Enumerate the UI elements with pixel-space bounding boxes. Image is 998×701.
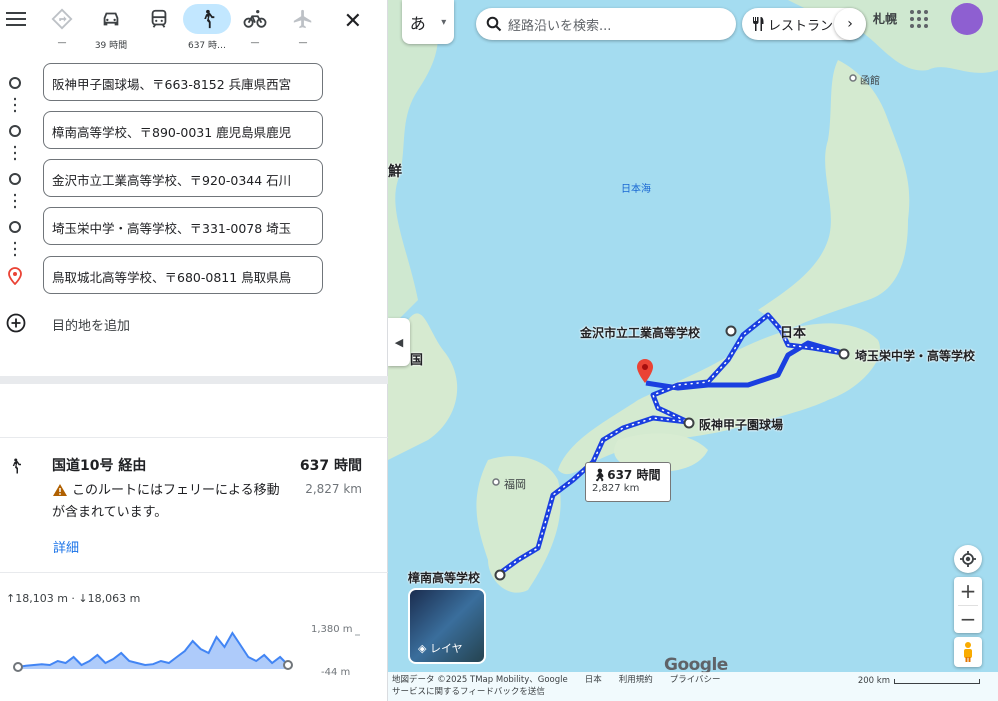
label-nihon: 日本	[780, 326, 807, 341]
mode-walk[interactable]: 637 時…	[183, 4, 231, 54]
connector-dots	[14, 240, 16, 258]
connector-dots	[14, 96, 16, 114]
elevation-min: -44 m	[321, 667, 351, 678]
elevation-summary: ↑18,103 m · ↓18,063 m	[6, 592, 141, 605]
elevation-max: 1,380 m	[311, 624, 353, 635]
layers-button[interactable]: ◈ レイヤ	[408, 588, 486, 664]
ferry-warning: このルートにはフェリーによる移動が含まれています。	[52, 483, 280, 520]
mode-bike[interactable]: —	[231, 4, 279, 54]
stop-dot-icon	[9, 77, 21, 89]
flight-icon	[293, 9, 312, 29]
destination-pin-icon	[8, 267, 22, 285]
layers-icon: ◈	[418, 642, 427, 655]
divider	[0, 437, 388, 438]
details-link[interactable]: 詳細	[53, 537, 79, 556]
label-koshien[interactable]: 阪神甲子園球場	[699, 416, 783, 433]
mode-flight-label: —	[298, 38, 308, 48]
mode-car[interactable]: 39 時間	[87, 4, 135, 54]
feedback-link[interactable]: サービスに関するフィードバックを送信	[392, 686, 994, 698]
elevation-down: 18,063 m	[87, 592, 141, 605]
route-via[interactable]: 国道10号 経由	[52, 455, 146, 475]
input-tools-button[interactable]: あ ▾	[402, 0, 454, 44]
label-sapporo: 札幌	[873, 12, 898, 26]
mode-bike-label: —	[250, 38, 260, 48]
zoom-in-button[interactable]: +	[960, 577, 977, 605]
directions-icon	[51, 8, 73, 30]
label-korea-partial: 鮮	[388, 164, 402, 180]
label-fukuoka: 福岡	[504, 478, 526, 491]
mode-best-label: —	[57, 38, 67, 48]
collapse-panel-button[interactable]: ◀	[388, 318, 410, 366]
stop-input-1[interactable]: 阪神甲子園球場、〒663-8152 兵庫県西宮	[43, 63, 323, 101]
map-view[interactable]: 金沢市立工業高等学校 埼玉栄中学・高等学校 阪神甲子園球場 樟南高等学校 日本 …	[388, 0, 998, 701]
stop-dot-icon	[9, 173, 21, 185]
walk-icon	[204, 9, 215, 29]
mode-transit[interactable]	[135, 4, 183, 54]
scale-label: 200 km	[857, 676, 890, 686]
label-hakodate: 函館	[860, 76, 880, 87]
map-footer: 地図データ ©2025 TMap Mobility、Google 日本 利用規約…	[388, 672, 998, 701]
elevation-chart[interactable]	[10, 625, 360, 680]
divider	[0, 572, 388, 573]
restaurant-label: レストラン	[768, 19, 834, 34]
elevation-end-marker	[283, 660, 293, 670]
walk-icon: 🚶︎	[592, 468, 608, 482]
stop-input-4[interactable]: 埼玉栄中学・高等学校、〒331-0078 埼玉	[43, 207, 323, 245]
scale-bar[interactable]: 200 km	[858, 675, 980, 687]
add-destination-button[interactable]: 目的地を追加	[52, 315, 130, 334]
route-distance: 2,827 km	[305, 482, 362, 496]
bike-icon	[243, 10, 267, 28]
bubble-time: 637 時間	[607, 468, 661, 482]
mode-walk-label: 637 時…	[187, 41, 227, 51]
stop-dot-icon	[9, 125, 21, 137]
label-sea: 日本海	[621, 184, 651, 195]
connector-dots	[14, 192, 16, 210]
apps-grid-icon[interactable]	[910, 10, 928, 28]
transit-icon	[151, 9, 167, 28]
search-icon	[486, 16, 502, 32]
my-location-icon[interactable]	[954, 545, 982, 573]
route-time: 637 時間	[299, 458, 362, 474]
mode-flight[interactable]: —	[279, 4, 327, 54]
menu-icon[interactable]	[6, 9, 26, 29]
mode-car-label: 39 時間	[94, 41, 128, 51]
search-along-route-input[interactable]: 経路沿いを検索...	[476, 8, 736, 40]
chevron-down-icon: ▾	[441, 16, 447, 28]
connector-dots	[14, 144, 16, 162]
travel-mode-bar: — 39 時間 637 時… — — ✕	[0, 0, 388, 56]
destination-marker-icon[interactable]	[636, 358, 654, 384]
label-china-partial: 国	[410, 353, 424, 368]
label-saitama[interactable]: 埼玉栄中学・高等学校	[855, 347, 975, 364]
stop-input-3[interactable]: 金沢市立工業高等学校、〒920-0344 石川	[43, 159, 323, 197]
section-divider	[0, 376, 388, 384]
elevation-start-marker	[13, 662, 23, 672]
close-icon[interactable]: ✕	[344, 9, 362, 34]
stop-input-2[interactable]: 樟南高等学校、〒890-0031 鹿児島県鹿児	[43, 111, 323, 149]
pegman-icon[interactable]	[954, 637, 982, 667]
stop-dot-icon	[9, 221, 21, 233]
chevron-right-icon[interactable]: ›	[834, 8, 866, 40]
label-shonan[interactable]: 樟南高等学校	[408, 569, 480, 586]
zoom-out-button[interactable]: −	[960, 606, 977, 633]
layers-label: レイヤ	[429, 642, 463, 655]
directions-panel: — 39 時間 637 時… — — ✕ 阪神甲子園球場、〒663-8152 兵…	[0, 0, 388, 701]
add-circle-icon[interactable]	[6, 313, 26, 333]
bubble-distance: 2,827 km	[592, 483, 640, 494]
route-time-bubble[interactable]: 🚶︎637 時間 2,827 km	[585, 462, 671, 502]
search-placeholder: 経路沿いを検索...	[508, 19, 612, 34]
stop-input-5[interactable]: 鳥取城北高等学校、〒680-0811 鳥取県鳥	[43, 256, 323, 294]
mode-best[interactable]: —	[38, 4, 86, 54]
lang-label: あ	[409, 14, 426, 33]
avatar[interactable]	[951, 3, 983, 35]
elevation-up: 18,103 m	[15, 592, 68, 605]
zoom-controls: + −	[954, 577, 982, 633]
restaurant-icon	[753, 17, 764, 31]
walk-icon	[12, 458, 21, 474]
label-kanazawa[interactable]: 金沢市立工業高等学校	[580, 324, 700, 341]
car-icon	[103, 12, 119, 26]
